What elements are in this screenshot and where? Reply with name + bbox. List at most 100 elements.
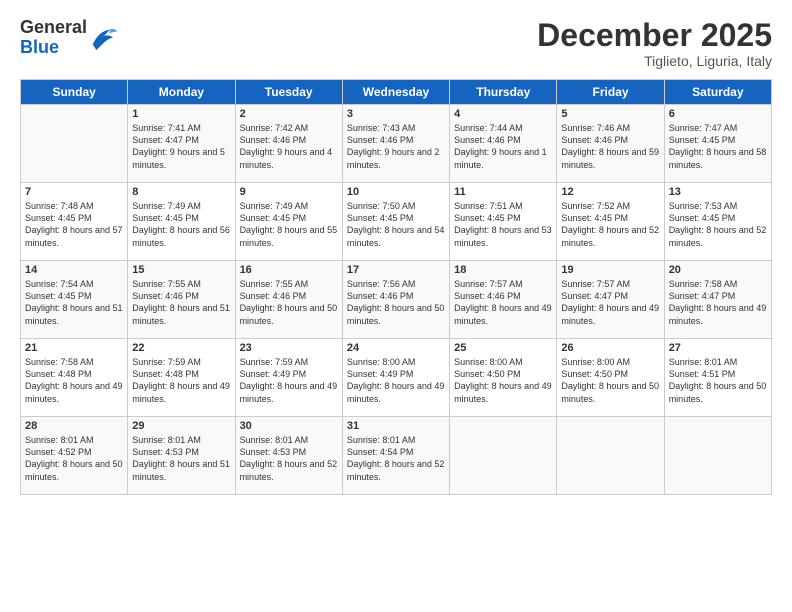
day-number: 30	[240, 420, 338, 432]
day-number: 10	[347, 186, 445, 198]
header: General Blue December 2025 Tiglieto, Lig…	[20, 18, 772, 69]
day-number: 24	[347, 342, 445, 354]
week-row-5: 28Sunrise: 8:01 AMSunset: 4:52 PMDayligh…	[21, 417, 772, 495]
calendar-cell: 7Sunrise: 7:48 AMSunset: 4:45 PMDaylight…	[21, 183, 128, 261]
day-number: 18	[454, 264, 552, 276]
weekday-header-wednesday: Wednesday	[342, 80, 449, 105]
calendar-cell: 29 Sunrise: 8:01 AMSunset: 4:53 PMDayligh…	[128, 417, 235, 495]
weekday-header-monday: Monday	[128, 80, 235, 105]
day-number: 19	[561, 264, 659, 276]
calendar-cell: 19 Sunrise: 7:57 AMSunset: 4:47 PMDayligh…	[557, 261, 664, 339]
calendar-cell: 12 Sunrise: 7:52 AMSunset: 4:45 PMDayligh…	[557, 183, 664, 261]
weekday-header-friday: Friday	[557, 80, 664, 105]
cell-details: Sunrise: 7:59 AMSunset: 4:48 PMDaylight:…	[132, 356, 230, 405]
day-number: 8	[132, 186, 230, 198]
day-number: 26	[561, 342, 659, 354]
day-number: 27	[669, 342, 767, 354]
day-number: 3	[347, 108, 445, 120]
day-number: 12	[561, 186, 659, 198]
weekday-header-row: SundayMondayTuesdayWednesdayThursdayFrid…	[21, 80, 772, 105]
calendar-cell: 11 Sunrise: 7:51 AMSunset: 4:45 PMDayligh…	[450, 183, 557, 261]
day-number: 25	[454, 342, 552, 354]
calendar-table: SundayMondayTuesdayWednesdayThursdayFrid…	[20, 79, 772, 495]
calendar-cell: 14Sunrise: 7:54 AMSunset: 4:45 PMDayligh…	[21, 261, 128, 339]
day-number: 6	[669, 108, 767, 120]
calendar-cell: 4Sunrise: 7:44 AMSunset: 4:46 PMDaylight…	[450, 105, 557, 183]
title-block: December 2025 Tiglieto, Liguria, Italy	[537, 18, 772, 69]
cell-details: Sunrise: 7:59 AMSunset: 4:49 PMDaylight:…	[240, 356, 338, 405]
cell-details: Sunrise: 8:00 AMSunset: 4:50 PMDaylight:…	[561, 356, 659, 405]
cell-details: Sunrise: 8:00 AMSunset: 4:50 PMDaylight:…	[454, 356, 552, 405]
calendar-cell: 28Sunrise: 8:01 AMSunset: 4:52 PMDayligh…	[21, 417, 128, 495]
calendar-cell: 30Sunrise: 8:01 AMSunset: 4:53 PMDayligh…	[235, 417, 342, 495]
calendar-cell	[21, 105, 128, 183]
cell-details: Sunrise: 8:01 AMSunset: 4:51 PMDaylight:…	[669, 356, 767, 405]
cell-details: Sunrise: 7:49 AMSunset: 4:45 PMDaylight:…	[240, 200, 338, 249]
cell-details: Sunrise: 7:51 AMSunset: 4:45 PMDaylight:…	[454, 200, 552, 249]
day-number: 28	[25, 420, 123, 432]
cell-details: Sunrise: 8:01 AMSunset: 4:53 PMDaylight:…	[132, 434, 230, 483]
cell-details: Sunrise: 7:50 AMSunset: 4:45 PMDaylight:…	[347, 200, 445, 249]
day-number: 21	[25, 342, 123, 354]
day-number: 9	[240, 186, 338, 198]
day-number: 4	[454, 108, 552, 120]
cell-details: Sunrise: 7:52 AMSunset: 4:45 PMDaylight:…	[561, 200, 659, 249]
calendar-cell: 24 Sunrise: 8:00 AMSunset: 4:49 PMDayligh…	[342, 339, 449, 417]
cell-details: Sunrise: 8:00 AMSunset: 4:49 PMDaylight:…	[347, 356, 445, 405]
calendar-cell: 16Sunrise: 7:55 AMSunset: 4:46 PMDayligh…	[235, 261, 342, 339]
day-number: 13	[669, 186, 767, 198]
cell-details: Sunrise: 7:58 AMSunset: 4:47 PMDaylight:…	[669, 278, 767, 327]
cell-details: Sunrise: 7:49 AMSunset: 4:45 PMDaylight:…	[132, 200, 230, 249]
calendar-cell: 21 Sunrise: 7:58 AMSunset: 4:48 PMDayligh…	[21, 339, 128, 417]
calendar-cell	[450, 417, 557, 495]
calendar-cell: 20 Sunrise: 7:58 AMSunset: 4:47 PMDayligh…	[664, 261, 771, 339]
day-number: 20	[669, 264, 767, 276]
calendar-cell: 18Sunrise: 7:57 AMSunset: 4:46 PMDayligh…	[450, 261, 557, 339]
calendar-cell	[557, 417, 664, 495]
day-number: 31	[347, 420, 445, 432]
cell-details: Sunrise: 7:53 AMSunset: 4:45 PMDaylight:…	[669, 200, 767, 249]
cell-details: Sunrise: 7:41 AMSunset: 4:47 PMDaylight:…	[132, 122, 230, 171]
weekday-header-sunday: Sunday	[21, 80, 128, 105]
cell-details: Sunrise: 8:01 AMSunset: 4:54 PMDaylight:…	[347, 434, 445, 483]
calendar-cell: 31 Sunrise: 8:01 AMSunset: 4:54 PMDayligh…	[342, 417, 449, 495]
day-number: 22	[132, 342, 230, 354]
calendar-cell: 6Sunrise: 7:47 AMSunset: 4:45 PMDaylight…	[664, 105, 771, 183]
cell-details: Sunrise: 7:48 AMSunset: 4:45 PMDaylight:…	[25, 200, 123, 249]
week-row-3: 14Sunrise: 7:54 AMSunset: 4:45 PMDayligh…	[21, 261, 772, 339]
cell-details: Sunrise: 7:57 AMSunset: 4:47 PMDaylight:…	[561, 278, 659, 327]
calendar-cell	[664, 417, 771, 495]
cell-details: Sunrise: 7:54 AMSunset: 4:45 PMDaylight:…	[25, 278, 123, 327]
day-number: 2	[240, 108, 338, 120]
day-number: 16	[240, 264, 338, 276]
calendar-cell: 27 Sunrise: 8:01 AMSunset: 4:51 PMDayligh…	[664, 339, 771, 417]
weekday-header-tuesday: Tuesday	[235, 80, 342, 105]
calendar-cell: 5Sunrise: 7:46 AMSunset: 4:46 PMDaylight…	[557, 105, 664, 183]
cell-details: Sunrise: 7:42 AMSunset: 4:46 PMDaylight:…	[240, 122, 338, 171]
day-number: 11	[454, 186, 552, 198]
day-number: 29	[132, 420, 230, 432]
day-number: 1	[132, 108, 230, 120]
calendar-cell: 23 Sunrise: 7:59 AMSunset: 4:49 PMDayligh…	[235, 339, 342, 417]
week-row-1: 1 Sunrise: 7:41 AMSunset: 4:47 PMDaylight…	[21, 105, 772, 183]
weekday-header-saturday: Saturday	[664, 80, 771, 105]
day-number: 23	[240, 342, 338, 354]
week-row-2: 7Sunrise: 7:48 AMSunset: 4:45 PMDaylight…	[21, 183, 772, 261]
calendar-cell: 8 Sunrise: 7:49 AMSunset: 4:45 PMDaylight…	[128, 183, 235, 261]
day-number: 17	[347, 264, 445, 276]
calendar-cell: 3 Sunrise: 7:43 AMSunset: 4:46 PMDaylight…	[342, 105, 449, 183]
calendar-cell: 13 Sunrise: 7:53 AMSunset: 4:45 PMDayligh…	[664, 183, 771, 261]
day-number: 15	[132, 264, 230, 276]
cell-details: Sunrise: 7:58 AMSunset: 4:48 PMDaylight:…	[25, 356, 123, 405]
calendar-cell: 9 Sunrise: 7:49 AMSunset: 4:45 PMDaylight…	[235, 183, 342, 261]
week-row-4: 21 Sunrise: 7:58 AMSunset: 4:48 PMDayligh…	[21, 339, 772, 417]
calendar-cell: 22 Sunrise: 7:59 AMSunset: 4:48 PMDayligh…	[128, 339, 235, 417]
calendar-cell: 15 Sunrise: 7:55 AMSunset: 4:46 PMDayligh…	[128, 261, 235, 339]
location-subtitle: Tiglieto, Liguria, Italy	[537, 53, 772, 69]
logo-general: General	[20, 18, 87, 38]
calendar-cell: 2 Sunrise: 7:42 AMSunset: 4:46 PMDaylight…	[235, 105, 342, 183]
cell-details: Sunrise: 7:55 AMSunset: 4:46 PMDaylight:…	[132, 278, 230, 327]
logo-blue: Blue	[20, 38, 87, 58]
logo: General Blue	[20, 18, 117, 58]
cell-details: Sunrise: 7:43 AMSunset: 4:46 PMDaylight:…	[347, 122, 445, 171]
